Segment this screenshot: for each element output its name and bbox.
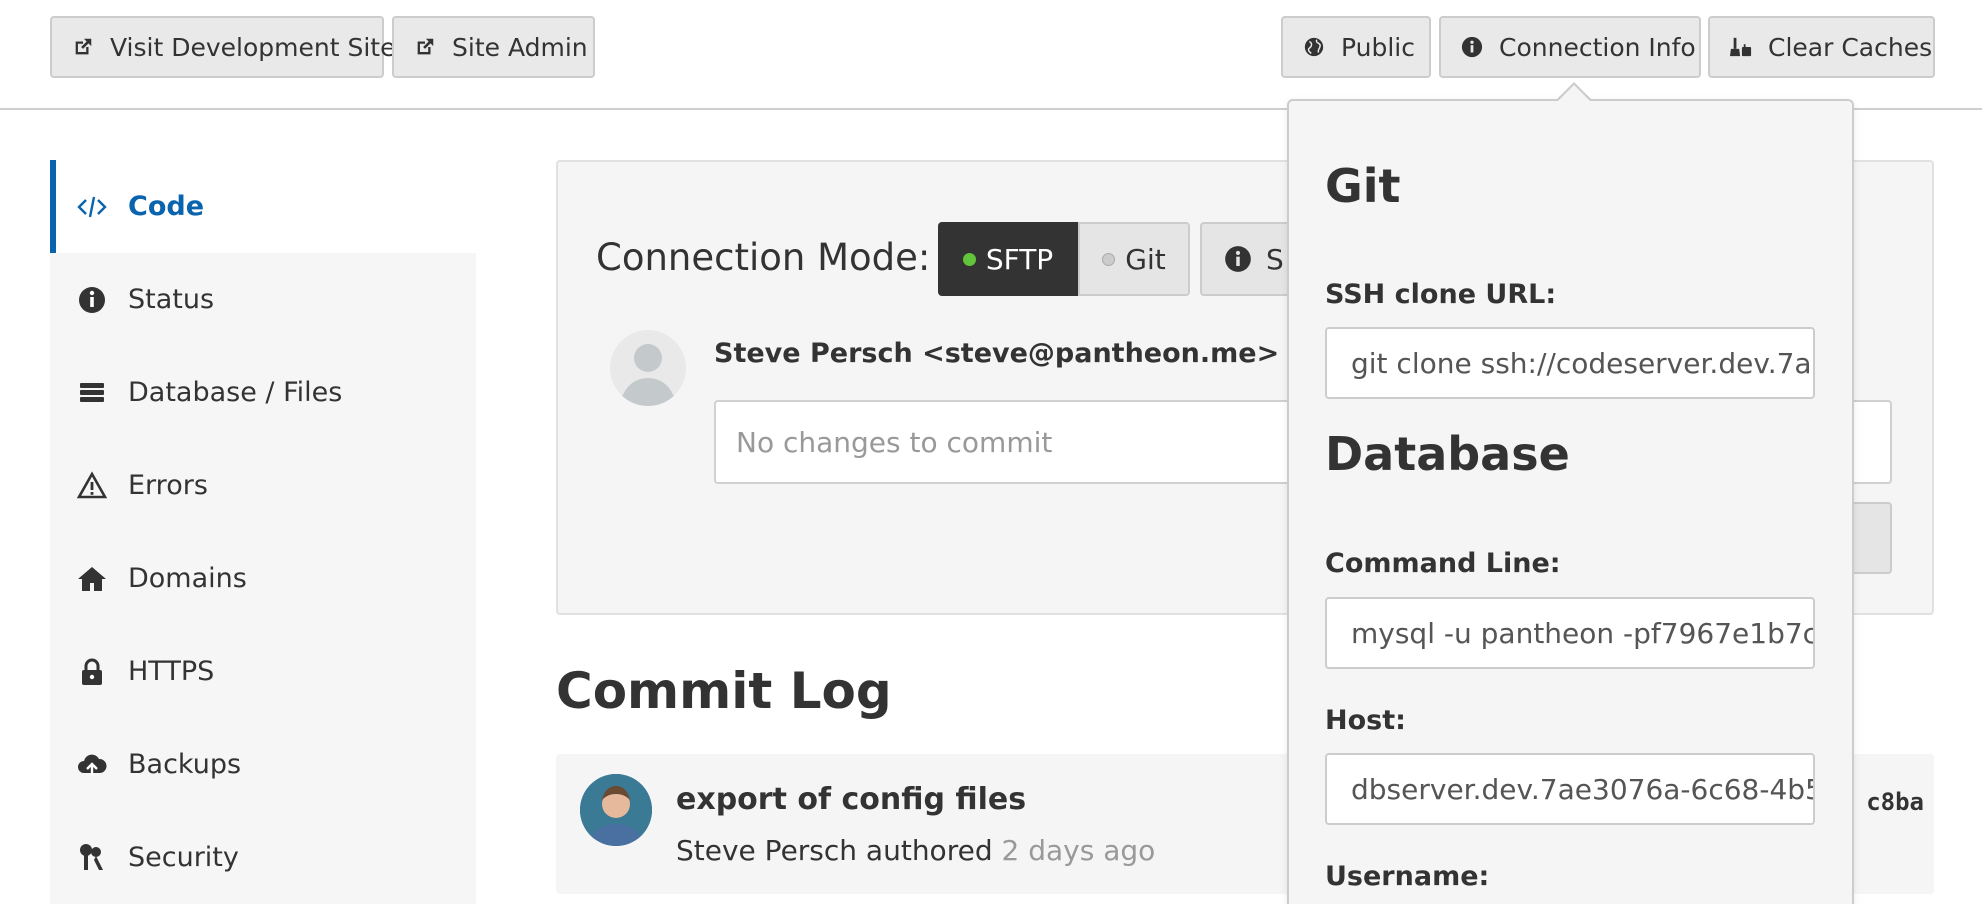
lock-icon [82,658,102,685]
avatar [580,774,652,846]
sftp-mode-label: SFTP [985,242,1054,276]
sidebar-item-label: Status [128,284,215,315]
status-dot-icon [962,252,976,266]
sidebar-item-backups[interactable]: Backups [50,718,476,811]
ssh-clone-url-field[interactable]: git clone ssh://codeserver.dev.7ae [1325,327,1815,399]
commit-author-text: Steve Persch authored [676,834,993,867]
host-value: dbserver.dev.7ae3076a-6c68-4b58 [1351,772,1815,806]
connection-info-label: Connection Info [1499,32,1696,62]
sidebar-item-status[interactable]: Status [50,253,476,346]
sidebar-item-label: Database / Files [128,377,343,408]
commit-author: Steve Persch <steve@pantheon.me> [714,338,1280,369]
sidebar-item-label: Errors [128,470,208,501]
command-line-field[interactable]: mysql -u pantheon -pf7967e1b7c6 [1325,597,1815,669]
commit-message: export of config files [676,782,1027,817]
git-mode-label: Git [1125,242,1166,276]
status-dot-icon [1102,252,1116,266]
home-icon [78,566,106,591]
top-toolbar: Visit Development Site Site Admin Public… [0,0,1982,110]
warning-icon [76,470,108,498]
sidebar-item-label: Security [128,842,239,873]
sidebar-nav: Code Status Database / Files Errors Doma… [50,160,476,904]
database-icon [80,382,104,402]
user-placeholder-icon [620,344,676,406]
site-admin-label: Site Admin [452,32,588,62]
commit-log-title: Commit Log [556,662,892,720]
sidebar-item-label: Backups [128,749,242,780]
connection-settings-button[interactable]: S [1200,222,1300,296]
clear-caches-button[interactable]: Clear Caches [1708,16,1935,78]
site-admin-button[interactable]: Site Admin [392,16,595,78]
external-link-icon [75,38,92,55]
username-label: Username: [1325,861,1490,892]
ssh-clone-url-label: SSH clone URL: [1325,279,1557,310]
database-heading: Database [1325,427,1570,481]
cloud-upload-icon [78,754,107,776]
command-line-value: mysql -u pantheon -pf7967e1b7c6 [1351,616,1815,650]
connection-mode-label: Connection Mode: [596,236,931,279]
sidebar-item-https[interactable]: HTTPS [50,625,476,718]
connection-settings-label: S [1266,242,1284,276]
code-icon [77,196,107,217]
git-mode-button[interactable]: Git [1078,222,1190,296]
ssh-clone-url-value: git clone ssh://codeserver.dev.7ae [1351,346,1815,380]
connection-info-popover: Git SSH clone URL: git clone ssh://codes… [1287,99,1854,904]
info-icon [79,286,105,313]
host-field[interactable]: dbserver.dev.7ae3076a-6c68-4b58 [1325,753,1815,825]
commit-meta: Steve Persch authored 2 days ago [676,834,1155,867]
commit-hash[interactable]: c8ba [1866,788,1924,816]
info-icon [1225,246,1251,272]
sidebar-item-database-files[interactable]: Database / Files [50,346,476,439]
sidebar-item-code[interactable]: Code [50,160,476,253]
info-icon [1461,36,1483,58]
external-link-icon [417,38,434,55]
keys-icon [80,843,103,870]
host-label: Host: [1325,705,1406,736]
globe-icon [1304,37,1324,57]
avatar [610,330,686,406]
visit-development-site-button[interactable]: Visit Development Site [50,16,395,78]
sidebar-item-label: Domains [128,563,247,594]
clear-caches-label: Clear Caches [1768,32,1933,62]
user-photo-icon [580,774,652,846]
commit-time: 2 days ago [1001,834,1156,867]
sftp-mode-button[interactable]: SFTP [938,222,1078,296]
public-button[interactable]: Public [1281,16,1431,78]
broom-icon [1730,37,1752,57]
sidebar-item-domains[interactable]: Domains [50,532,476,625]
public-label: Public [1341,32,1415,62]
commit-message-placeholder: No changes to commit [736,425,1053,459]
visit-development-site-label: Visit Development Site [110,32,396,62]
connection-info-button[interactable]: Connection Info [1439,16,1701,78]
git-heading: Git [1325,159,1401,213]
sidebar-item-label: HTTPS [128,656,215,687]
sidebar-item-errors[interactable]: Errors [50,439,476,532]
popover-arrow-fill [1558,85,1590,101]
sidebar-item-label: Code [128,191,205,222]
sidebar-item-security[interactable]: Security [50,811,476,904]
command-line-label: Command Line: [1325,548,1561,579]
